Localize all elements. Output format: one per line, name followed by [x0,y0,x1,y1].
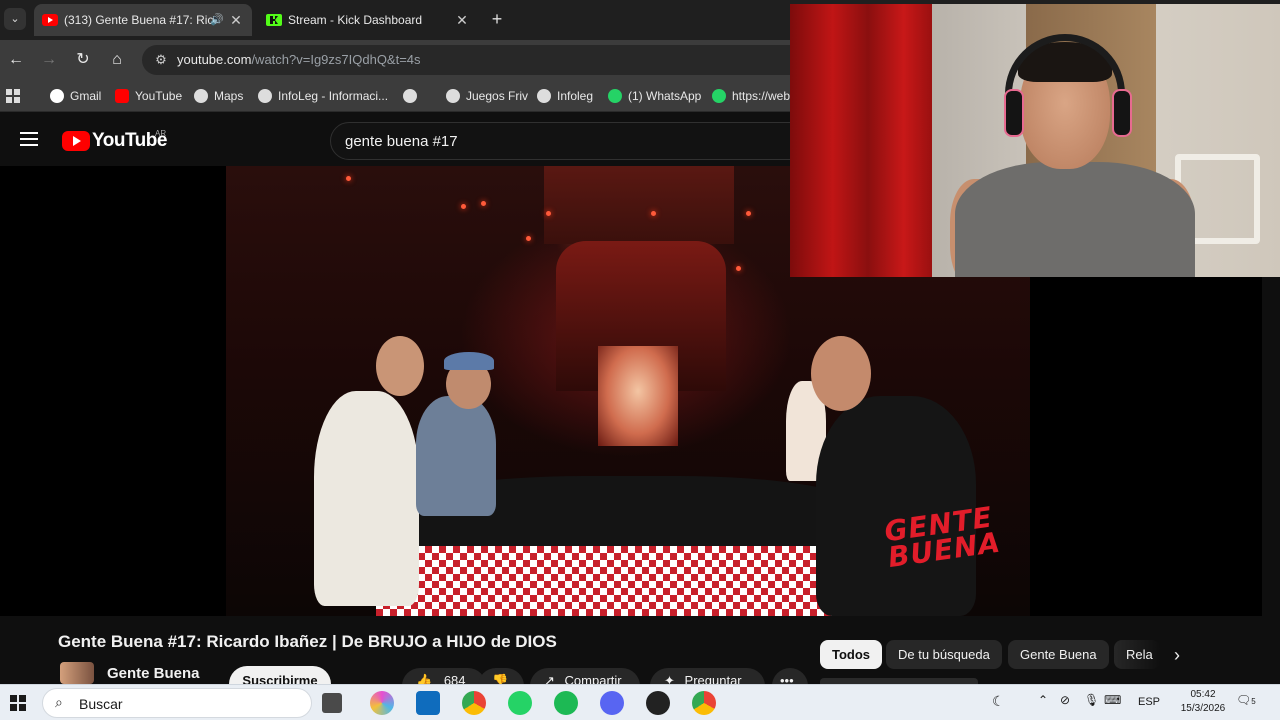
youtube-favicon-icon [42,14,58,26]
reload-icon[interactable]: ↻ [71,48,95,72]
kick-favicon-icon [266,14,282,26]
youtube-play-icon [62,131,90,151]
like-button[interactable]: 👍 684 [402,668,486,684]
globe-icon [446,89,460,103]
thumbs-down-icon: 👎 [492,673,509,684]
chrome-icon[interactable] [462,691,486,715]
task-view-icon[interactable] [322,693,342,713]
bookmark-unnamed[interactable] [403,87,423,105]
person-host [314,391,419,606]
youtube-logo[interactable]: YouTube AR [62,129,202,153]
bookmark-maps[interactable]: Maps [194,87,243,105]
search-input[interactable]: gente buena #17 [330,122,800,160]
outlook-icon[interactable] [416,691,440,715]
subscribe-button[interactable]: Suscribirme [229,666,331,684]
tab-title: Stream - Kick Dashboard [288,13,423,27]
obs-icon[interactable] [646,691,670,715]
microphone-icon[interactable]: 🎙 [1084,693,1099,707]
person-guest-cap [416,396,496,516]
chip-de-tu-busqueda[interactable]: De tu búsqueda [886,640,1002,669]
chip-relacionados[interactable]: Rela [1114,640,1160,669]
discord-icon[interactable] [600,691,624,715]
network-icon[interactable]: ⊘ [1060,693,1070,707]
notification-icon[interactable]: 🗨5 [1236,693,1256,707]
sparkle-icon: ✦ [664,673,675,684]
google-icon [50,89,64,103]
video-title: Gente Buena #17: Ricardo Ibañez | De BRU… [58,632,557,651]
bookmark-gmail[interactable]: Gmail [50,87,101,105]
share-button[interactable]: ↗ Compartir [530,668,640,684]
weather-moon-icon[interactable]: ☾ [992,693,1005,710]
bookmark-youtube[interactable]: YouTube [115,87,182,105]
tab-close-icon[interactable]: ✕ [454,4,470,36]
menu-icon[interactable] [20,132,38,146]
country-code: AR [155,129,167,138]
tab-search-chevron-icon[interactable]: ⌄ [4,8,26,30]
spotify-icon[interactable] [554,691,578,715]
url-text: youtube.com/watch?v=Ig9zs7IQdhQ&t=4s [177,52,421,67]
speaker-icon[interactable]: 🔊 [210,4,224,36]
windows-taskbar: ⌕ Buscar ☾ ⌃ ⊘ 🎙 ⌨ ESP 05:42 15/3/2026 🗨… [0,684,1280,720]
chip-todos[interactable]: Todos [820,640,883,669]
checkered-tablecloth [376,546,886,616]
clock[interactable]: 05:42 15/3/2026 [1178,688,1228,716]
back-arrow-icon[interactable]: ← [4,48,28,72]
bookmark-infoleg[interactable]: Infoleg [537,87,593,105]
forward-arrow-icon[interactable]: → [37,48,61,72]
bookmark-whatsapp[interactable]: (1) WhatsApp [608,87,701,105]
tab-title: (313) Gente Buena #17: Rica [64,13,216,27]
language-indicator[interactable]: ESP [1138,696,1160,708]
search-icon: ⌕ [55,694,63,710]
apps-grid-icon[interactable] [6,87,20,105]
whatsapp-icon [712,89,726,103]
bookmark-whatsapp-web[interactable]: https://web [712,87,790,105]
tab-close-icon[interactable]: ✕ [228,4,244,36]
bookmark-infoleg-informacion[interactable]: InfoLeg - Informaci... [258,87,388,105]
chrome-profile-icon[interactable] [692,691,716,715]
chip-gente-buena[interactable]: Gente Buena [1008,640,1109,669]
thumbs-up-icon: 👍 [416,673,433,684]
youtube-icon [115,89,129,103]
streamer [955,162,1195,277]
chevron-right-icon[interactable]: › [1166,642,1188,668]
windows-start-icon[interactable] [10,695,26,711]
webcam-overlay [790,4,1280,277]
keyboard-icon[interactable]: ⌨ [1104,693,1121,707]
globe-icon [537,89,551,103]
portrait-painting [598,346,678,446]
whatsapp-icon[interactable] [508,691,532,715]
share-icon: ↗ [544,673,555,684]
site-info-icon[interactable]: ⚙ [152,51,170,69]
taskbar-search-input[interactable]: ⌕ Buscar [42,688,312,718]
globe-icon [403,89,417,103]
bookmark-juegos-friv[interactable]: Juegos Friv [446,87,528,105]
more-actions-button[interactable]: ••• [772,668,808,684]
plus-icon[interactable]: + [486,8,508,30]
copilot-icon[interactable] [370,691,394,715]
globe-icon [258,89,272,103]
tab-kick-dashboard[interactable]: Stream - Kick Dashboard ✕ [258,4,478,36]
tab-youtube-video[interactable]: (313) Gente Buena #17: Rica 🔊 ✕ [34,4,252,36]
home-icon[interactable]: ⌂ [105,48,129,72]
channel-name[interactable]: Gente Buena [107,665,200,682]
avatar[interactable] [60,662,94,684]
globe-icon [194,89,208,103]
red-curtain [790,4,932,277]
dislike-button[interactable]: 👎 [478,668,524,684]
chevron-up-icon[interactable]: ⌃ [1038,693,1048,707]
ask-button[interactable]: ✦ Preguntar [650,668,765,684]
gente-buena-watermark: GENTE BUENA [882,500,1003,575]
whatsapp-icon [608,89,622,103]
